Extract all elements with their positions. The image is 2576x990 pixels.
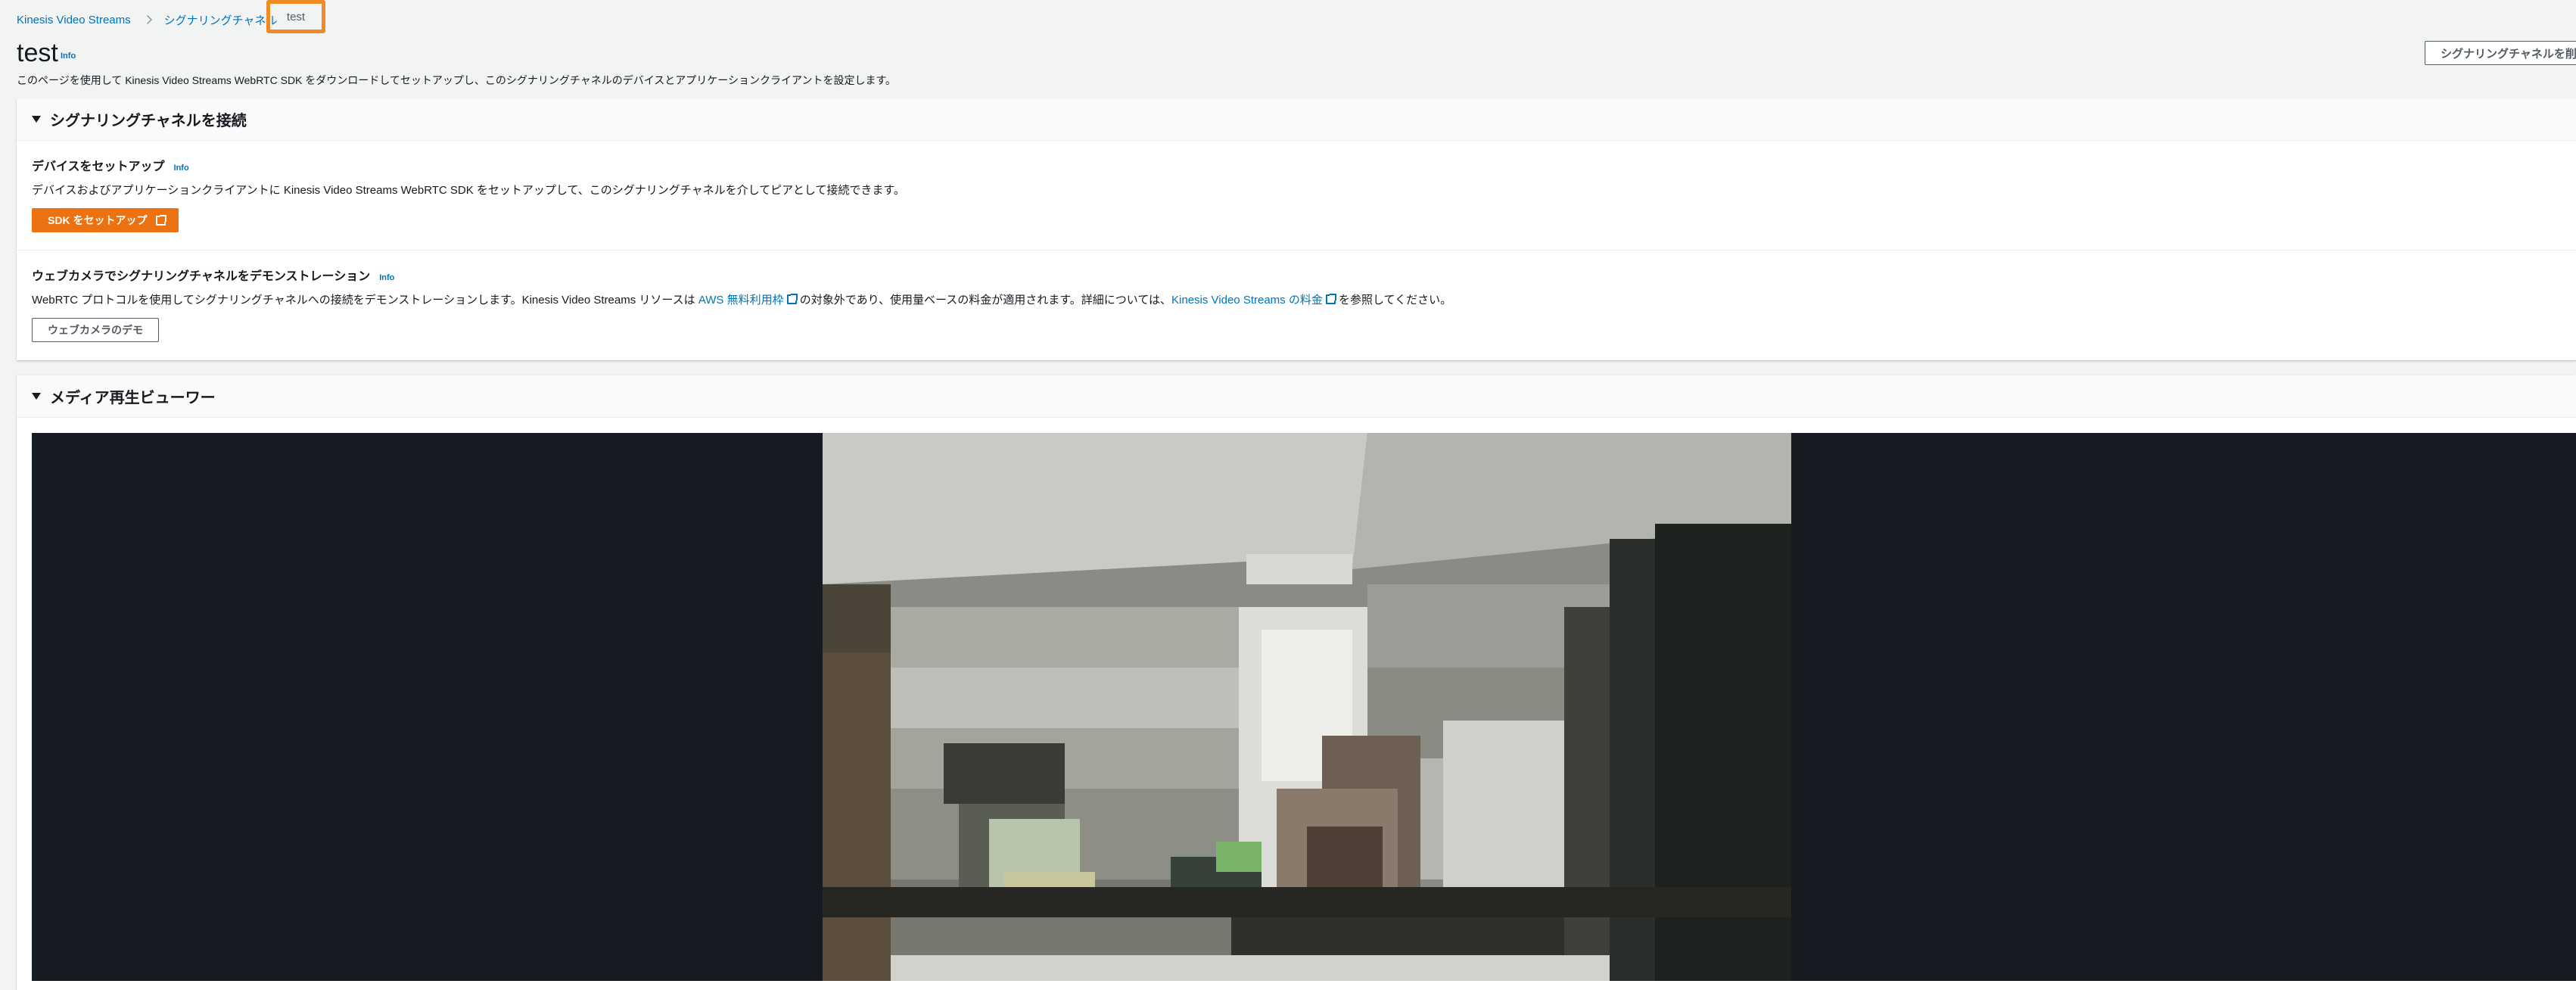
caret-down-icon bbox=[32, 116, 41, 123]
breadcrumb: Kinesis Video Streams シグナリングチャネル bbox=[17, 6, 278, 33]
breadcrumb-current: test bbox=[286, 10, 306, 23]
video-player[interactable] bbox=[32, 433, 2576, 981]
webcam-demo-title: ウェブカメラでシグナリングチャネルをデモンストレーション Info bbox=[32, 266, 2561, 284]
breadcrumb-kinesis-video-streams[interactable]: Kinesis Video Streams bbox=[17, 14, 131, 26]
page-description: このページを使用して Kinesis Video Streams WebRTC … bbox=[17, 74, 897, 86]
external-link-icon bbox=[1325, 294, 1336, 304]
webcam-demo-title-text: ウェブカメラでシグナリングチャネルをデモンストレーション bbox=[32, 270, 371, 283]
breadcrumb-signaling-channels[interactable]: シグナリングチャネル bbox=[164, 12, 278, 28]
page-title: test bbox=[17, 39, 58, 67]
media-viewer-panel-title: メディア再生ビューワー bbox=[50, 390, 216, 406]
webcam-demo-desc-part2: の対象外であり、使用量ベースの料金が適用されます。詳細については、 bbox=[796, 294, 1172, 307]
aws-free-tier-link[interactable]: AWS 無料利用枠 bbox=[698, 294, 798, 307]
aws-free-tier-link-text: AWS 無料利用枠 bbox=[698, 294, 784, 307]
device-setup-info-link[interactable]: Info bbox=[174, 163, 189, 173]
webcam-demo-button[interactable]: ウェブカメラのデモ bbox=[32, 318, 159, 342]
video-frame bbox=[823, 433, 1791, 981]
webcam-demo-description: WebRTC プロトコルを使用してシグナリングチャネルへの接続をデモンストレーシ… bbox=[32, 291, 2561, 307]
device-setup-title-text: デバイスをセットアップ bbox=[32, 160, 165, 173]
media-viewer-panel-header[interactable]: メディア再生ビューワー bbox=[17, 375, 2576, 418]
connect-channel-panel: シグナリングチャネルを接続 デバイスをセットアップ Info デバイスおよびアプ… bbox=[17, 98, 2576, 360]
breadcrumb-chevron-icon bbox=[142, 15, 152, 24]
device-setup-title: デバイスをセットアップ Info bbox=[32, 156, 2561, 174]
webcam-demo-section: ウェブカメラでシグナリングチャネルをデモンストレーション Info WebRTC… bbox=[17, 250, 2576, 357]
external-link-icon bbox=[156, 214, 167, 226]
device-setup-description: デバイスおよびアプリケーションクライアントに Kinesis Video Str… bbox=[32, 184, 905, 197]
webcam-demo-desc-part3: を参照してください。 bbox=[1335, 294, 1452, 307]
kvs-pricing-link-text: Kinesis Video Streams の料金 bbox=[1171, 294, 1323, 307]
connect-channel-panel-header[interactable]: シグナリングチャネルを接続 bbox=[17, 98, 2576, 141]
media-viewer-panel: メディア再生ビューワー bbox=[17, 375, 2576, 990]
connect-channel-panel-title: シグナリングチャネルを接続 bbox=[50, 113, 247, 129]
pixelated-webcam-image bbox=[823, 433, 1791, 981]
setup-sdk-button-label: SDK をセットアップ bbox=[48, 214, 148, 226]
caret-down-icon bbox=[32, 393, 41, 400]
breadcrumb-current-highlight: test bbox=[266, 0, 325, 33]
kvs-pricing-link[interactable]: Kinesis Video Streams の料金 bbox=[1171, 294, 1336, 307]
setup-sdk-button[interactable]: SDK をセットアップ bbox=[32, 208, 179, 232]
device-setup-section: デバイスをセットアップ Info デバイスおよびアプリケーションクライアントに … bbox=[17, 141, 2576, 250]
delete-channel-button[interactable]: シグナリングチャネルを削除 bbox=[2425, 41, 2576, 65]
page-title-info-link[interactable]: Info bbox=[61, 51, 76, 61]
external-link-icon bbox=[786, 294, 798, 304]
webcam-demo-info-link[interactable]: Info bbox=[379, 273, 394, 282]
webcam-demo-desc-part1: WebRTC プロトコルを使用してシグナリングチャネルへの接続をデモンストレーシ… bbox=[32, 294, 698, 307]
